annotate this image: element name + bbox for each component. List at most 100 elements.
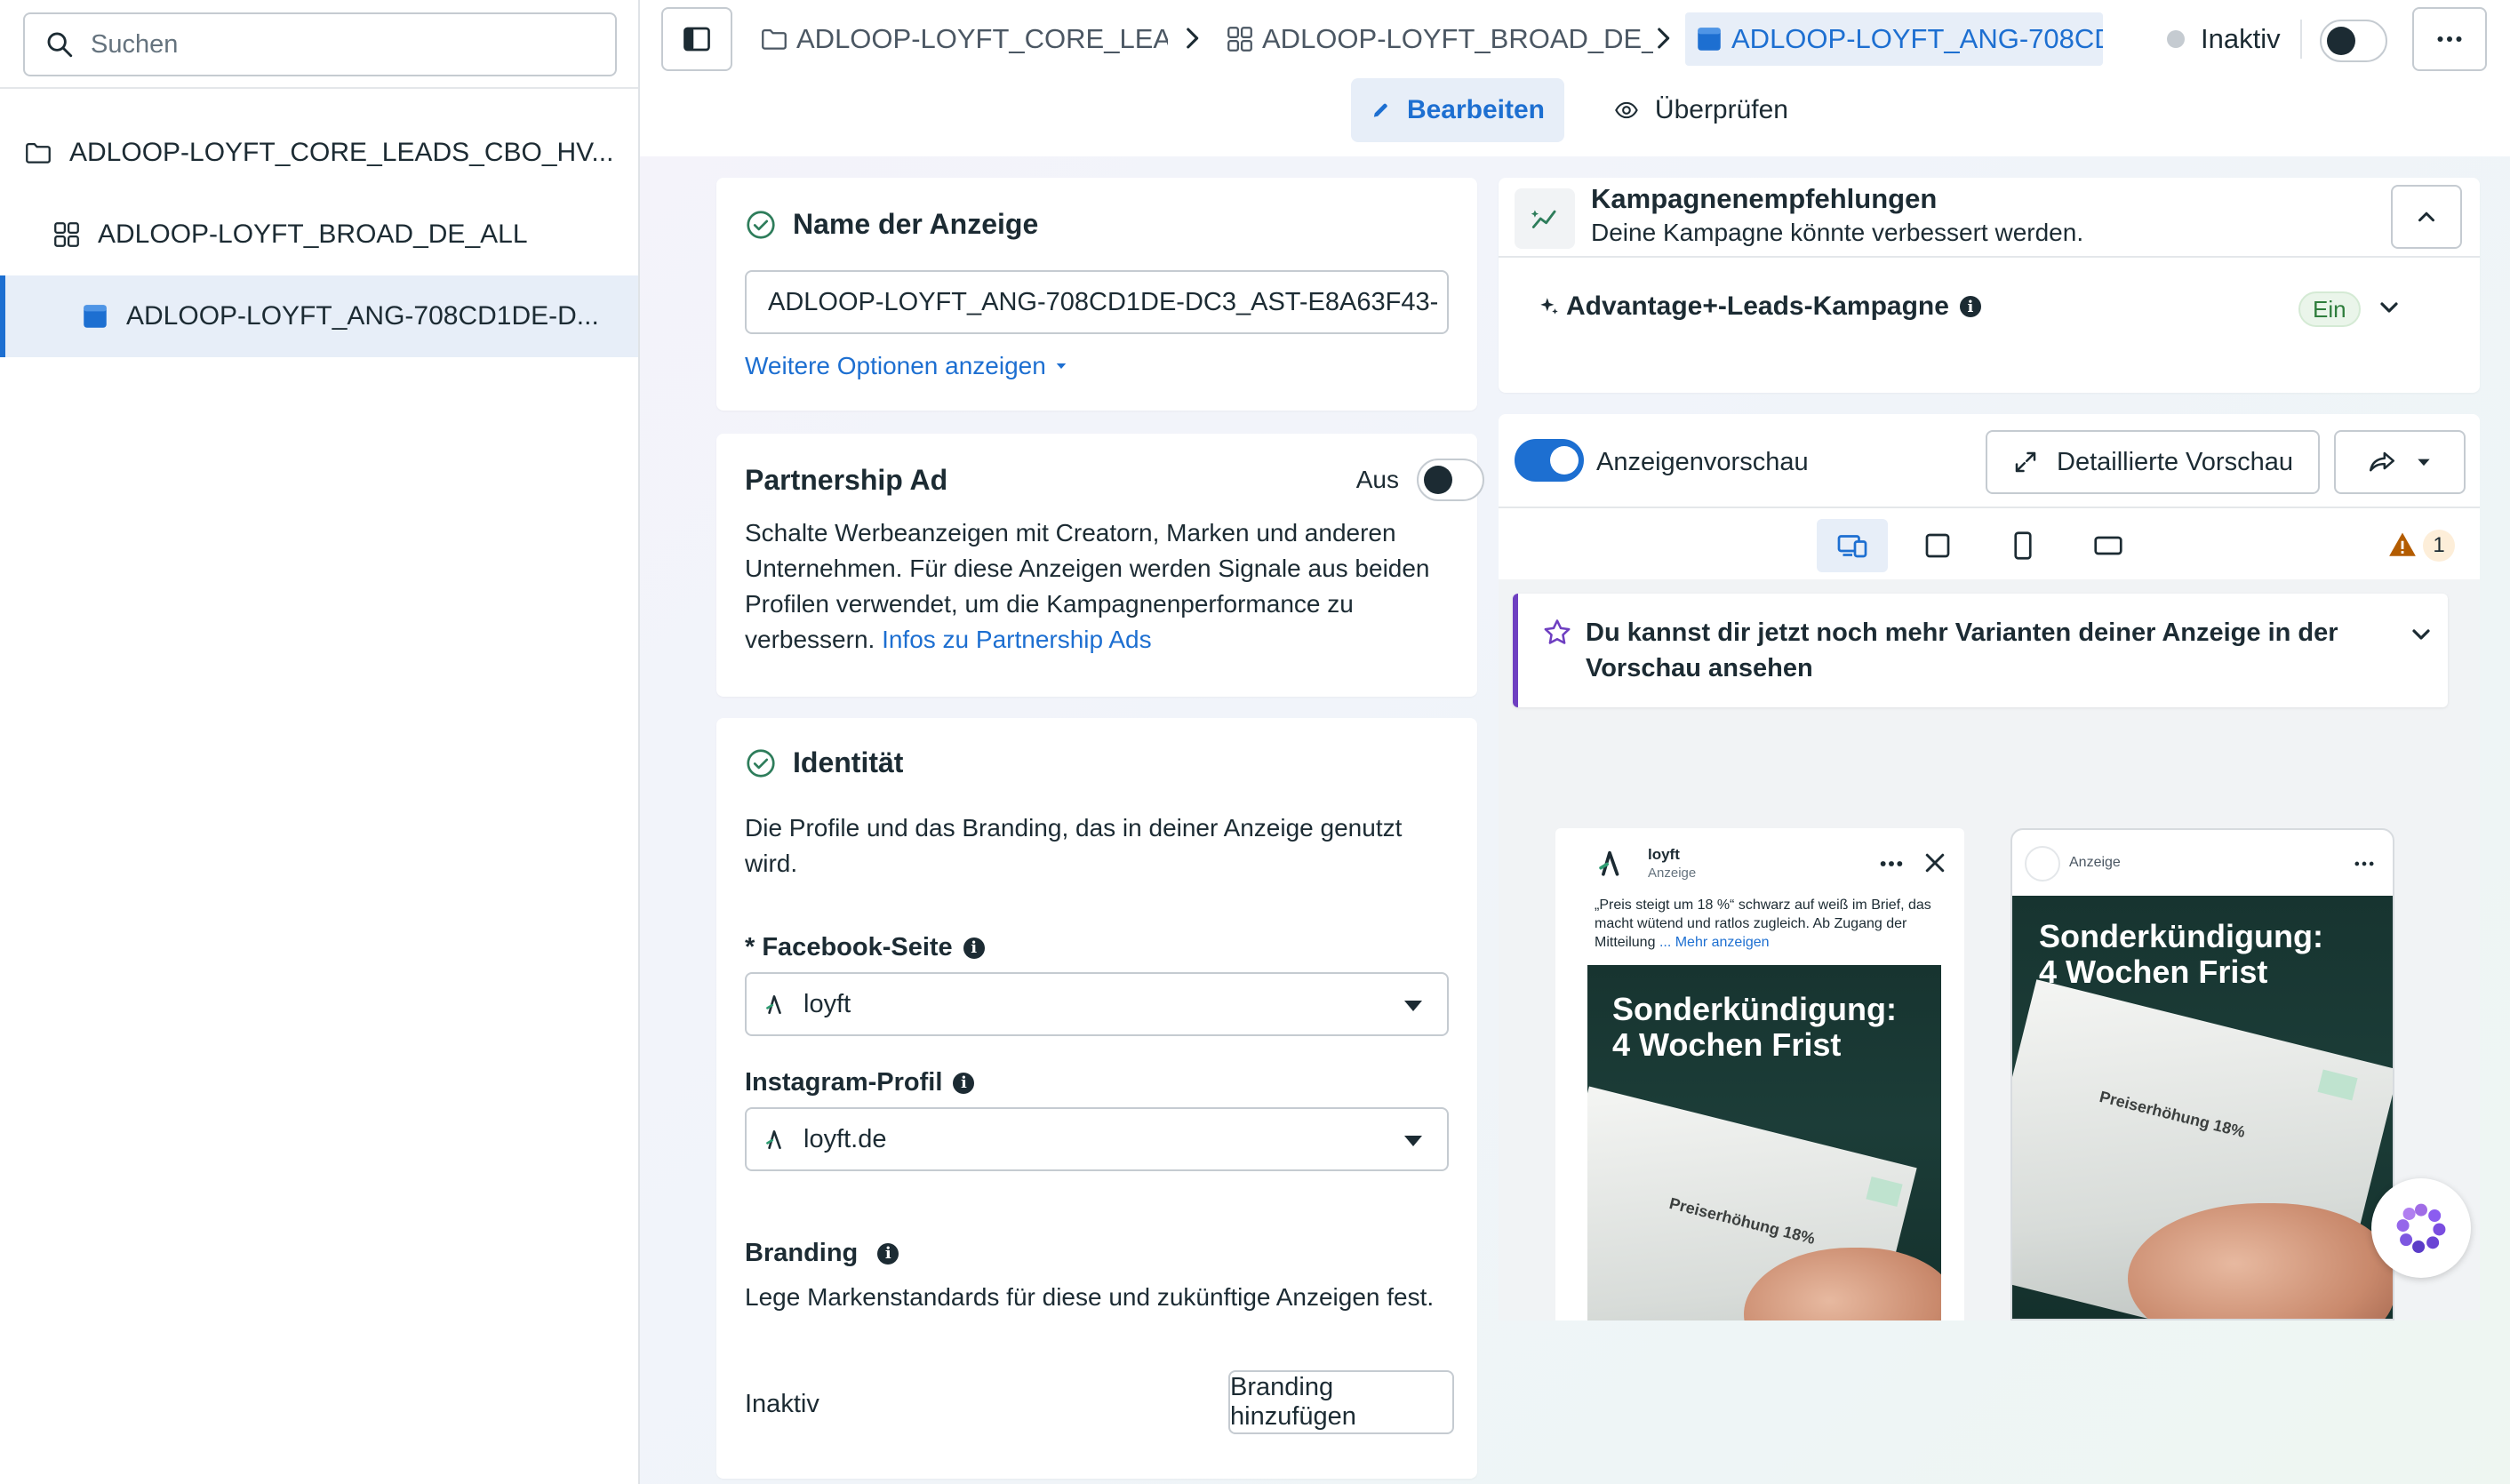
variants-notice-text: Du kannst dir jetzt noch mehr Varianten … [1586,618,2338,682]
tree-item-label: ADLOOP-LOYFT_BROAD_DE_ALL [98,219,528,249]
tree-item-campaign[interactable]: ADLOOP-LOYFT_CORE_LEADS_CBO_HV... [0,112,638,194]
chevron-right-icon [1658,28,1670,49]
instagram-profile-value: loyft.de [803,1124,887,1153]
warning-icon[interactable] [2387,530,2418,560]
chevron-down-icon[interactable] [2407,620,2435,649]
square-format-icon[interactable] [1922,530,1954,562]
more-options-link[interactable]: Weitere Optionen anzeigen [745,352,1069,380]
preview-toggle[interactable] [1515,439,1584,482]
device-all-button[interactable] [1817,519,1888,572]
facebook-ad-preview[interactable]: loyft Anzeige „Preis steigt um 18 %“ sch… [1555,828,1964,1320]
ig-headline-line-1: Sonderkündigung: [2039,918,2323,954]
loyft-logo-icon [766,1130,781,1150]
fb-more-link[interactable]: ... Mehr anzeigen [1659,935,1770,950]
partnership-card: Partnership Ad Aus Schalte Werbeanzeigen… [716,434,1484,697]
toggle-knob [2327,27,2355,55]
collapse-button[interactable] [2391,185,2462,249]
assistant-flower-icon [2396,1203,2446,1253]
fb-sponsored-label: Anzeige [1648,866,1697,881]
divider [1499,507,2480,508]
ad-name-title: Name der Anzeige [745,208,1038,241]
more-options-button[interactable] [2412,7,2487,71]
breadcrumb-label: ADLOOP-LOYFT_CORE_LEADS_CBO_HV [796,23,1168,54]
advantage-leads-item[interactable]: Advantage+-Leads-Kampagne i [1538,291,1981,322]
caret-down-icon [2418,459,2430,467]
instagram-profile-label: Instagram-Profil i [745,1068,975,1097]
tree-item-adset[interactable]: ADLOOP-LOYFT_BROAD_DE_ALL [0,194,638,275]
sidebar: Suchen ADLOOP-LOYFT_CORE_LEADS_CBO_HV...… [0,0,640,1484]
main-area: ADLOOP-LOYFT_CORE_LEADS_CBO_HV ADLOOP-LO… [640,0,2510,1484]
identity-title-text: Identität [793,746,904,778]
instagram-ad-preview[interactable]: Anzeige Sonderkündigung: 4 Wochen Frist … [2010,828,2394,1320]
facebook-page-label: * Facebook-Seite i [745,933,985,962]
instagram-profile-select[interactable]: loyft.de [745,1107,1449,1171]
info-icon[interactable]: i [963,937,985,959]
share-button[interactable] [2334,430,2466,494]
more-options-label: Weitere Optionen anzeigen [745,352,1046,379]
partnership-toggle-label: Aus [1355,466,1399,493]
detailed-preview-button[interactable]: Detaillierte Vorschau [1986,430,2320,494]
top-bar: ADLOOP-LOYFT_CORE_LEADS_CBO_HV ADLOOP-LO… [640,0,2510,156]
status-label: Inaktiv [2201,23,2281,54]
loyft-logo-icon [1599,850,1619,876]
identity-description: Die Profile und das Branding, das in dei… [745,814,1403,877]
portrait-format-icon[interactable] [2007,530,2039,562]
status-toggle[interactable] [2320,20,2387,62]
recommendations-icon-box [1515,188,1575,249]
branding-label-text: Branding [745,1239,859,1267]
partnership-info-link[interactable]: Infos zu Partnership Ads [882,626,1152,653]
avatar [2025,846,2060,882]
toggle-knob [1424,466,1452,494]
devices-icon [1837,535,1867,558]
ig-ad-image: Sonderkündigung: 4 Wochen Frist Preiserh… [2012,896,2393,1319]
info-icon[interactable]: i [877,1242,899,1265]
status-badge: Ein [2298,291,2361,327]
check-circle-icon [747,748,775,778]
toggle-knob [1550,446,1579,475]
breadcrumb-label: ADLOOP-LOYFT_ANG-708CD1DE-DC3 [1731,23,2103,54]
fb-headline-line-2: 4 Wochen Frist [1612,1026,1842,1063]
facebook-page-select[interactable]: loyft [745,972,1449,1036]
add-branding-button[interactable]: Branding hinzufügen [1228,1370,1454,1434]
fb-caption: „Preis steigt um 18 %“ schwarz auf weiß … [1595,896,1946,952]
folder-icon [26,142,51,164]
preview-toggle-label: Anzeigenvorschau [1596,448,1809,476]
branding-label: Branding i [745,1239,899,1268]
partnership-toggle[interactable] [1417,459,1484,501]
breadcrumb-campaign[interactable]: ADLOOP-LOYFT_CORE_LEADS_CBO_HV [759,12,1168,66]
tab-edit-label: Bearbeiten [1406,95,1545,124]
sidebar-panel-icon [683,27,710,52]
recommendations-card: Kampagnenempfehlungen Deine Kampagne kön… [1499,178,2480,393]
breadcrumb-ad[interactable]: ADLOOP-LOYFT_ANG-708CD1DE-DC3 [1685,12,2103,66]
ig-sponsored-label: Anzeige [2069,855,2121,870]
grid-icon [54,222,79,247]
sparkle-icon [1540,298,1558,315]
fb-ad-headline: Sonderkündigung: 4 Wochen Frist [1612,992,1897,1063]
breadcrumb-label: ADLOOP-LOYFT_BROAD_DE_ALL [1262,23,1653,54]
divider [0,87,638,89]
recommendations-title: Kampagnenempfehlungen [1591,183,1938,214]
close-icon [1925,853,1945,873]
folder-icon [762,28,787,50]
ad-name-input[interactable]: ADLOOP-LOYFT_ANG-708CD1DE-DC3_AST-E8A63F… [745,270,1449,334]
variants-notice: Du kannst dir jetzt noch mehr Varianten … [1513,594,2448,707]
pencil-icon [1373,103,1387,117]
ai-assistant-button[interactable] [2371,1178,2471,1278]
info-icon[interactable]: i [953,1072,975,1094]
tab-review[interactable]: Überprüfen [1595,78,1808,142]
facebook-page-label-text: * Facebook-Seite [745,933,953,961]
branding-status: Inaktiv [745,1390,819,1418]
landscape-format-icon[interactable] [2092,530,2124,562]
search-input[interactable]: Suchen [23,12,617,76]
partnership-title: Partnership Ad [745,464,948,496]
advantage-leads-label: Advantage+-Leads-Kampagne [1566,291,1949,321]
sidebar-toggle-button[interactable] [661,7,732,71]
preview-panel: Anzeigenvorschau Detaillierte Vorschau 1… [1499,414,2480,1320]
breadcrumb-adset[interactable]: ADLOOP-LOYFT_BROAD_DE_ALL [1225,12,1653,66]
info-icon[interactable]: i [1959,296,1981,317]
tab-edit[interactable]: Bearbeiten [1351,78,1564,142]
chevron-down-icon[interactable] [2375,293,2403,322]
tree-item-ad[interactable]: ADLOOP-LOYFT_ANG-708CD1DE-D... [0,275,638,357]
caret-down-icon [1404,1136,1422,1146]
caret-down-icon [1404,1001,1422,1011]
